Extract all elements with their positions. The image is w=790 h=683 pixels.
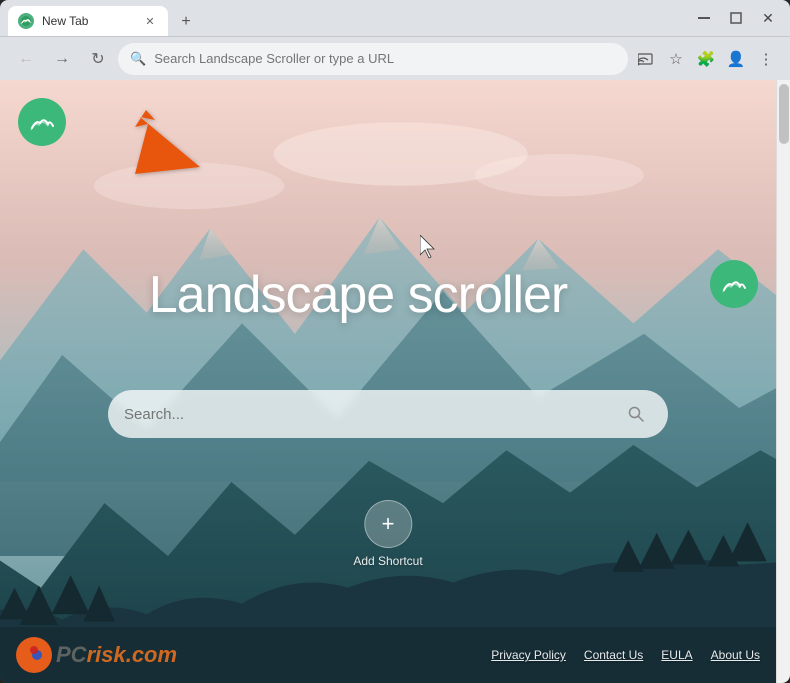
add-shortcut-button[interactable]: + <box>364 500 412 548</box>
forward-button[interactable]: → <box>46 43 78 75</box>
add-shortcut-label: Add Shortcut <box>353 554 422 568</box>
page-footer: PC risk.com Privacy Policy Contact Us EU… <box>0 627 776 683</box>
profile-button[interactable]: 👤 <box>722 45 750 73</box>
page: Landscape scroller + Add Shortcut <box>0 80 776 683</box>
address-bar[interactable]: 🔍 <box>118 43 628 75</box>
search-bar <box>108 390 668 438</box>
bookmark-button[interactable]: ☆ <box>662 45 690 73</box>
footer-link-contact[interactable]: Contact Us <box>584 648 643 662</box>
cast-button[interactable] <box>632 45 660 73</box>
scrollbar[interactable] <box>776 80 790 683</box>
page-main-title: Landscape scroller <box>0 265 716 325</box>
search-icon: 🔍 <box>130 51 146 67</box>
active-tab[interactable]: New Tab ✕ <box>8 6 168 36</box>
window-controls: ✕ <box>690 4 782 32</box>
footer-link-privacy[interactable]: Privacy Policy <box>491 648 566 662</box>
menu-button[interactable]: ⋮ <box>752 45 780 73</box>
tab-title: New Tab <box>42 14 134 28</box>
browser-window: New Tab ✕ + ✕ ← → ↻ 🔍 ☆ 🧩 <box>0 0 790 683</box>
top-right-logo[interactable] <box>710 260 758 308</box>
reload-button[interactable]: ↻ <box>82 43 114 75</box>
top-left-logo[interactable] <box>18 98 66 146</box>
footer-logo-text2: risk.com <box>87 642 178 668</box>
back-button[interactable]: ← <box>10 43 42 75</box>
footer-links: Privacy Policy Contact Us EULA About Us <box>491 648 760 662</box>
close-button[interactable]: ✕ <box>754 4 782 32</box>
footer-link-eula[interactable]: EULA <box>661 648 692 662</box>
scrollbar-thumb[interactable] <box>779 84 789 144</box>
minimize-button[interactable] <box>690 4 718 32</box>
toolbar-actions: ☆ 🧩 👤 ⋮ <box>632 45 780 73</box>
mountain-illustration <box>0 80 776 683</box>
titlebar: New Tab ✕ + ✕ <box>0 0 790 36</box>
footer-logo: PC risk.com <box>16 637 177 673</box>
search-bar-container <box>108 390 668 438</box>
tab-favicon <box>18 13 34 29</box>
tab-close-button[interactable]: ✕ <box>142 13 158 29</box>
maximize-button[interactable] <box>722 4 750 32</box>
tab-area: New Tab ✕ + <box>8 0 686 36</box>
search-input[interactable] <box>124 406 610 423</box>
footer-logo-text1: PC <box>56 642 87 668</box>
extensions-button[interactable]: 🧩 <box>692 45 720 73</box>
arrow-indicator <box>120 102 210 187</box>
add-shortcut-container: + Add Shortcut <box>353 500 422 568</box>
footer-logo-icon <box>16 637 52 673</box>
footer-link-about[interactable]: About Us <box>711 648 760 662</box>
new-tab-button[interactable]: + <box>172 8 200 36</box>
search-submit-button[interactable] <box>620 398 652 430</box>
toolbar: ← → ↻ 🔍 ☆ 🧩 👤 ⋮ <box>0 36 790 80</box>
browser-content: Landscape scroller + Add Shortcut <box>0 80 790 683</box>
address-input[interactable] <box>154 51 616 66</box>
